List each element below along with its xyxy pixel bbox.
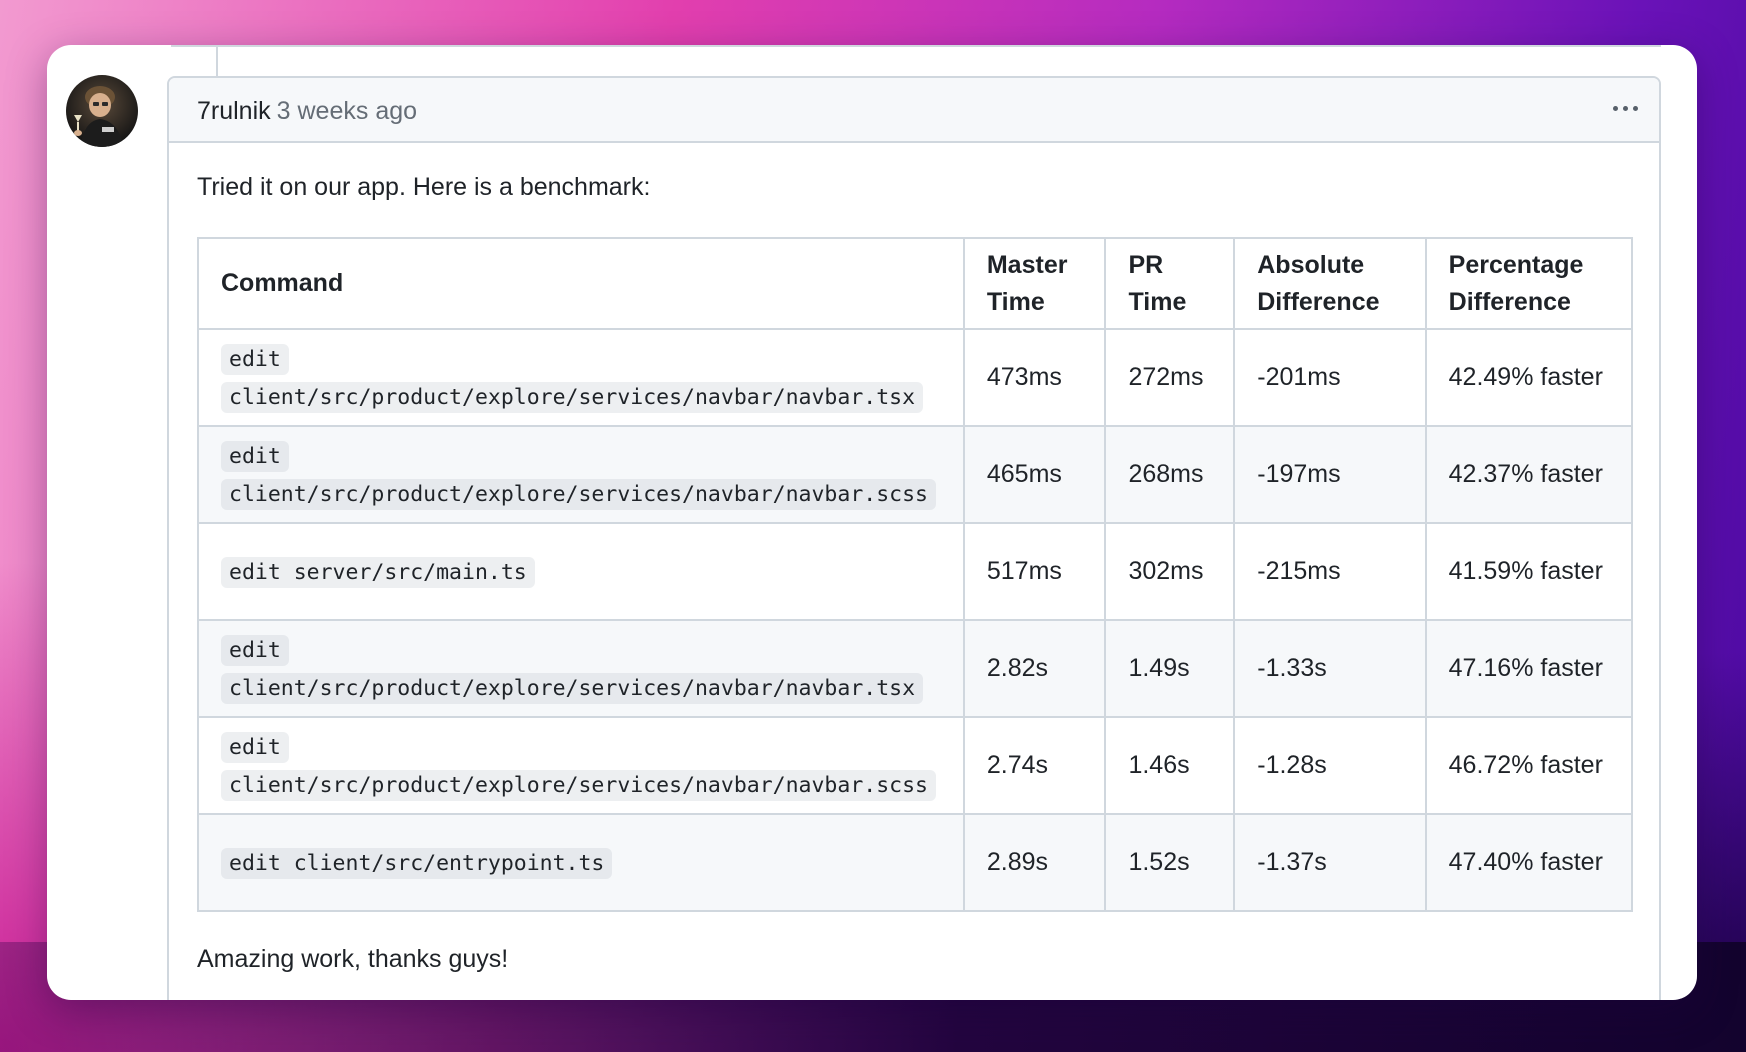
cell-percentage-difference: 42.49% faster	[1424, 328, 1634, 427]
table-row: edit client/src/product/explore/services…	[197, 425, 1634, 524]
comment-box: 7rulnik 3 weeks ago Tried it on our app. …	[167, 76, 1661, 1000]
command-code: edit client/src/product/explore/services…	[221, 343, 924, 413]
cell-percentage-difference: 47.40% faster	[1424, 813, 1634, 912]
avatar-image	[66, 75, 138, 147]
table-row: edit client/src/product/explore/services…	[197, 328, 1634, 427]
dot	[1632, 105, 1638, 111]
cell-command: edit server/src/main.ts	[197, 522, 965, 621]
timeline-divider	[171, 45, 1661, 47]
cell-percentage-difference: 47.16% faster	[1424, 619, 1634, 718]
cell-pr-time: 302ms	[1104, 522, 1236, 621]
command-code: edit client/src/entrypoint.ts	[221, 847, 613, 879]
comment-meta: 7rulnik 3 weeks ago	[197, 96, 417, 126]
cell-percentage-difference: 41.59% faster	[1424, 522, 1634, 621]
header-master-time: Master Time	[962, 237, 1107, 330]
cell-percentage-difference: 46.72% faster	[1424, 716, 1634, 815]
command-code: edit server/src/main.ts	[221, 556, 535, 588]
timeline-connector	[216, 45, 218, 76]
cell-master-time: 2.82s	[962, 619, 1107, 718]
author-link[interactable]: 7rulnik	[197, 97, 271, 125]
header-absolute-difference: Absolute Difference	[1233, 237, 1427, 330]
cell-percentage-difference: 42.37% faster	[1424, 425, 1634, 524]
cell-absolute-difference: -197ms	[1233, 425, 1427, 524]
cell-master-time: 2.74s	[962, 716, 1107, 815]
table-header-row: Command Master Time PR Time Absolute Dif…	[197, 237, 1634, 330]
comment-timestamp[interactable]: 3 weeks ago	[277, 97, 417, 125]
cell-pr-time: 272ms	[1104, 328, 1236, 427]
app-window: 7rulnik 3 weeks ago Tried it on our app. …	[47, 45, 1697, 1000]
kebab-horizontal-icon[interactable]	[1605, 90, 1645, 126]
cell-command: edit client/src/product/explore/services…	[197, 425, 965, 524]
dot	[1622, 105, 1628, 111]
cell-command: edit client/src/product/explore/services…	[197, 328, 965, 427]
cell-pr-time: 268ms	[1104, 425, 1236, 524]
header-pr-time: PR Time	[1104, 237, 1236, 330]
dot	[1612, 105, 1618, 111]
header-percentage-difference: Percentage Difference	[1424, 237, 1634, 330]
comment-outro-text: Amazing work, thanks guys!	[197, 945, 509, 973]
table-row: edit client/src/product/explore/services…	[197, 716, 1634, 815]
command-code: edit client/src/product/explore/services…	[221, 440, 936, 510]
cell-master-time: 473ms	[962, 328, 1107, 427]
cell-pr-time: 1.52s	[1104, 813, 1236, 912]
cell-command: edit client/src/product/explore/services…	[197, 716, 965, 815]
cell-pr-time: 1.46s	[1104, 716, 1236, 815]
cell-absolute-difference: -1.33s	[1233, 619, 1427, 718]
cell-absolute-difference: -1.37s	[1233, 813, 1427, 912]
cell-absolute-difference: -1.28s	[1233, 716, 1427, 815]
cell-absolute-difference: -201ms	[1233, 328, 1427, 427]
command-code: edit client/src/product/explore/services…	[221, 731, 936, 801]
comment-header: 7rulnik 3 weeks ago	[169, 78, 1659, 143]
benchmark-table: Command Master Time PR Time Absolute Dif…	[197, 237, 1634, 912]
table-row: edit server/src/main.ts 517ms 302ms -215…	[197, 522, 1634, 621]
user-avatar[interactable]	[66, 75, 138, 147]
cell-pr-time: 1.49s	[1104, 619, 1236, 718]
command-code: edit client/src/product/explore/services…	[221, 634, 924, 704]
cell-absolute-difference: -215ms	[1233, 522, 1427, 621]
cell-master-time: 517ms	[962, 522, 1107, 621]
cell-master-time: 2.89s	[962, 813, 1107, 912]
cell-master-time: 465ms	[962, 425, 1107, 524]
cell-command: edit client/src/entrypoint.ts	[197, 813, 965, 912]
table-row: edit client/src/product/explore/services…	[197, 619, 1634, 718]
cell-command: edit client/src/product/explore/services…	[197, 619, 965, 718]
table-row: edit client/src/entrypoint.ts 2.89s 1.52…	[197, 813, 1634, 912]
header-command: Command	[197, 237, 965, 330]
comment-intro-text: Tried it on our app. Here is a benchmark…	[197, 173, 651, 201]
